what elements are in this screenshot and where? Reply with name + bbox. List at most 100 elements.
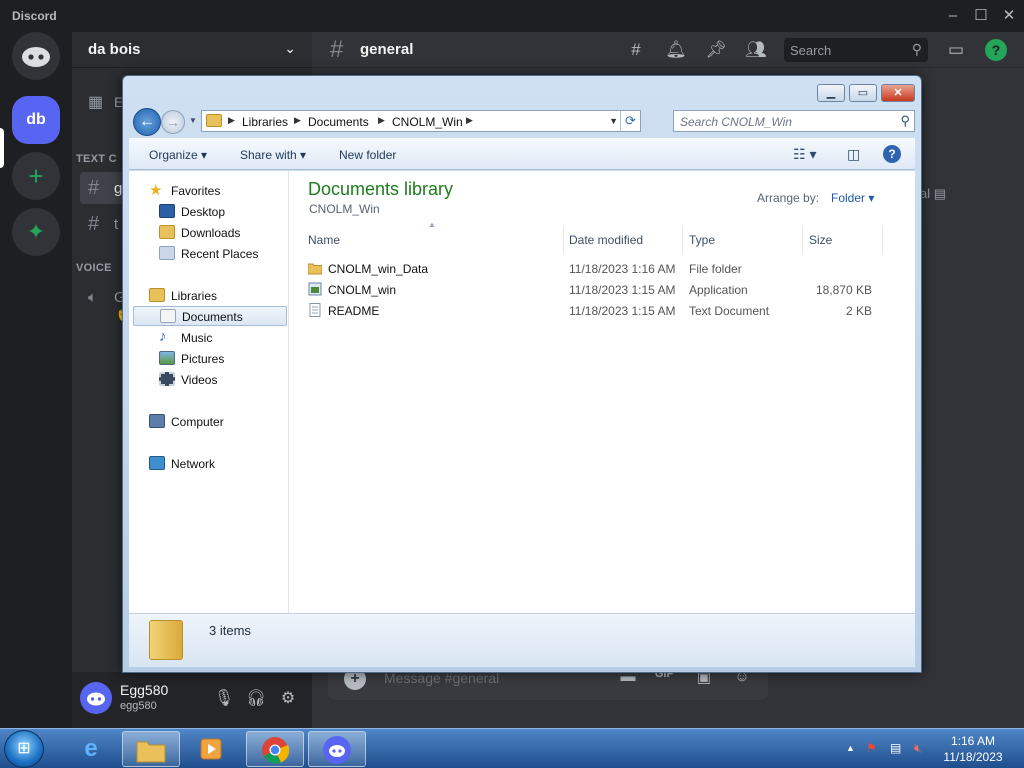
new-folder-button[interactable]: New folder [339, 148, 396, 162]
change-view-icon[interactable]: ☷ ▾ [793, 146, 816, 163]
channel-name: t [114, 216, 119, 233]
search-placeholder: Search [790, 43, 832, 58]
close-icon[interactable]: ✕ [881, 84, 915, 102]
maximize-icon[interactable]: ▭ [849, 84, 877, 102]
category-voice-channels[interactable]: VOICE [76, 262, 112, 274]
internet-explorer-icon[interactable]: e [62, 731, 120, 767]
member-list-peek: al ▤ [920, 186, 946, 202]
navigation-pane: ★ Favorites Desktop Downloads Recent Pla… [129, 171, 289, 613]
pin-icon[interactable]: 📌︎ [704, 40, 728, 60]
share-with-label: Share with [240, 148, 297, 162]
user-panel: Egg580 egg580 🎙︎ 🎧︎ ⚙ [72, 672, 312, 728]
organize-button[interactable]: Organize ▾ [149, 148, 207, 162]
threads-icon[interactable]: # [624, 40, 648, 60]
refresh-icon[interactable]: ⟳ [620, 111, 640, 131]
close-icon[interactable]: ✕ [996, 4, 1022, 28]
back-arrow-icon[interactable]: ← [133, 108, 161, 136]
command-bar: Organize ▾ Share with ▾ New folder ☷ ▾ ◫… [129, 138, 915, 170]
nav-label: Documents [182, 310, 243, 324]
headphones-icon[interactable]: 🎧︎ [244, 688, 268, 708]
explore-compass-icon[interactable]: ✦ [12, 208, 60, 256]
taskbar: ⊞ e ▲ ⚑ ▤ 🔇︎ 1:16 AM 11/18/2023 [0, 728, 1024, 768]
file-row[interactable]: CNOLM_win_Data 11/18/2023 1:16 AM File f… [302, 259, 902, 279]
network-icon [149, 456, 165, 470]
search-input[interactable]: Search CNOLM_Win ⚲ [673, 110, 915, 132]
folder-icon [308, 263, 322, 275]
server-header[interactable]: da bois ⌄ [72, 32, 312, 68]
breadcrumb-documents[interactable]: Documents [308, 115, 369, 129]
library-title: Documents library [308, 179, 454, 199]
desktop-icon [159, 204, 175, 218]
start-button[interactable]: ⊞ [4, 730, 44, 768]
address-bar[interactable]: ▶ Libraries ▶ Documents ▶ CNOLM_Win ▶ ▼ … [201, 110, 641, 132]
preview-pane-icon[interactable]: ◫ [847, 146, 860, 163]
file-row[interactable]: CNOLM_win 11/18/2023 1:15 AM Application… [302, 280, 902, 300]
search-input[interactable]: Search ⚲ [784, 38, 928, 62]
network-tray-icon[interactable]: ▤ [890, 741, 901, 755]
active-server-indicator [0, 128, 4, 168]
library-subtitle: CNOLM_Win [309, 202, 380, 216]
libraries-icon [149, 288, 165, 302]
file-row[interactable]: README 11/18/2023 1:15 AM Text Document … [302, 301, 902, 321]
username: Egg580 [120, 682, 169, 698]
column-header-size[interactable]: Size [803, 226, 883, 254]
explorer-window: ▁ ▭ ✕ ← → ▼ ▶ Libraries ▶ Documents ▶ CN… [122, 75, 922, 673]
chrome-icon[interactable] [246, 731, 304, 767]
breadcrumb-separator-icon[interactable]: ▶ [294, 115, 301, 126]
help-icon[interactable]: ? [985, 39, 1007, 61]
share-with-button[interactable]: Share with ▾ [240, 148, 306, 162]
discord-brand: Discord [12, 9, 57, 23]
breadcrumb-separator-icon[interactable]: ▶ [466, 115, 473, 126]
hash-icon: # [88, 177, 100, 199]
calendar-icon: ▦ [88, 94, 104, 111]
server-icon-da-bois[interactable]: db [12, 96, 60, 144]
show-hidden-icons[interactable]: ▲ [846, 743, 855, 753]
column-header-name[interactable]: Name [302, 226, 564, 254]
system-clock[interactable]: 1:16 AM 11/18/2023 [940, 733, 1006, 765]
server-name: da bois [88, 41, 141, 58]
address-dropdown-icon[interactable]: ▼ [609, 116, 618, 126]
members-icon[interactable]: 👥︎ [744, 40, 768, 60]
search-icon: ⚲ [911, 41, 922, 57]
nav-label: Recent Places [181, 247, 259, 261]
recent-pages-dropdown[interactable]: ▼ [189, 116, 197, 125]
discord-home-icon[interactable] [12, 32, 60, 80]
breadcrumb-separator-icon[interactable]: ▶ [228, 115, 235, 126]
windows-explorer-taskbar-icon[interactable] [122, 731, 180, 767]
minimize-icon[interactable]: ▁ [817, 84, 845, 102]
discord-taskbar-icon[interactable] [308, 731, 366, 767]
breadcrumb-cnolm-win[interactable]: CNOLM_Win [392, 115, 463, 129]
nav-label: Libraries [171, 289, 218, 303]
pictures-icon [159, 351, 175, 365]
help-icon[interactable]: ? [883, 145, 901, 163]
action-center-flag-icon[interactable]: ⚑ [866, 741, 877, 755]
microphone-icon[interactable]: 🎙︎ [212, 688, 236, 708]
server-list: db + ✦ [0, 32, 72, 728]
minimize-icon[interactable]: – [940, 4, 966, 28]
file-date: 11/18/2023 1:15 AM [569, 283, 676, 297]
file-size: 2 KB [845, 304, 872, 318]
category-text-channels[interactable]: TEXT C [76, 153, 117, 165]
breadcrumb-separator-icon[interactable]: ▶ [378, 115, 385, 126]
chat-header: # general # 🔔︎ 📌︎ 👥︎ Search ⚲ ▭ ? [312, 32, 1024, 68]
inbox-icon[interactable]: ▭ [944, 40, 968, 60]
avatar[interactable] [80, 682, 112, 714]
breadcrumb-libraries[interactable]: Libraries [242, 115, 288, 129]
nav-label: Downloads [181, 226, 241, 240]
search-icon: ⚲ [900, 113, 910, 128]
item-count: 3 items [209, 623, 251, 638]
column-header-type[interactable]: Type [683, 226, 803, 254]
forward-arrow-icon[interactable]: → [161, 110, 185, 134]
folder-icon [206, 114, 222, 127]
bell-icon[interactable]: 🔔︎ [664, 40, 688, 60]
file-date: 11/18/2023 1:16 AM [569, 262, 676, 276]
nav-item-documents[interactable]: Documents [133, 306, 287, 326]
downloads-folder-icon [159, 225, 175, 239]
add-server-icon[interactable]: + [12, 152, 60, 200]
column-header-date-modified[interactable]: Date modified [563, 226, 683, 254]
settings-gear-icon[interactable]: ⚙ [276, 688, 300, 708]
volume-muted-icon[interactable]: 🔇︎ [914, 741, 922, 756]
media-player-icon[interactable] [182, 731, 240, 767]
maximize-icon[interactable]: ☐ [968, 4, 994, 28]
arrange-by-dropdown[interactable]: Folder ▾ [831, 191, 874, 205]
